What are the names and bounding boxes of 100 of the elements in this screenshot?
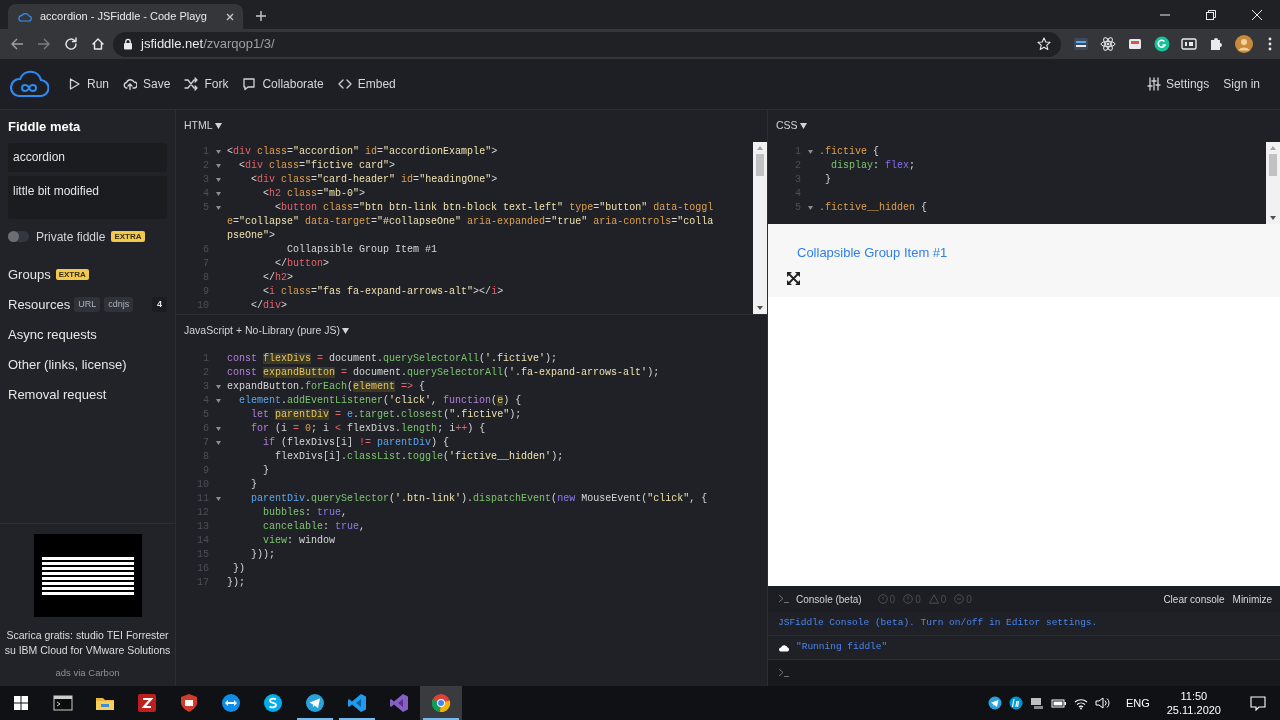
toggle-switch[interactable] bbox=[8, 231, 29, 242]
extension-icon[interactable] bbox=[1181, 36, 1197, 52]
cloud-upload-icon bbox=[123, 77, 137, 91]
sidebar-item[interactable]: Removal request bbox=[8, 384, 107, 405]
wifi-icon[interactable] bbox=[1073, 696, 1088, 710]
scrollbar[interactable] bbox=[753, 142, 767, 314]
sign-in-link[interactable]: Sign in bbox=[1223, 75, 1260, 93]
code-line: Collapsible Group Item #1 bbox=[286, 243, 439, 257]
console-action-button[interactable]: Minimize bbox=[1232, 591, 1272, 607]
maximize-icon[interactable] bbox=[1206, 9, 1216, 20]
expand-icon[interactable] bbox=[787, 271, 800, 285]
code-line: <div class="fictive card"> bbox=[238, 159, 397, 173]
clock-time[interactable]: 11:50 bbox=[1180, 689, 1208, 703]
code-line: } bbox=[250, 478, 257, 492]
toolbar-button[interactable]: Embed bbox=[337, 75, 396, 93]
console-action-button[interactable]: Clear console bbox=[1163, 591, 1225, 607]
extension-icon[interactable] bbox=[1154, 36, 1170, 52]
close-icon[interactable] bbox=[1252, 9, 1262, 20]
scroll-down-icon[interactable] bbox=[1270, 216, 1276, 220]
fold-icon[interactable] bbox=[215, 150, 221, 154]
clock-date[interactable]: 25.11.2020 bbox=[1166, 703, 1221, 717]
info-icon bbox=[903, 594, 914, 604]
code-line: </button> bbox=[274, 257, 331, 271]
scroll-down-icon[interactable] bbox=[757, 306, 763, 310]
notification-icon[interactable] bbox=[1250, 695, 1266, 711]
code-line: .fictive { bbox=[819, 145, 880, 159]
back-icon[interactable] bbox=[10, 37, 24, 51]
code-line: flexDivs[i].classList.toggle('fictive__hidden'); bbox=[274, 450, 564, 464]
battery-icon[interactable] bbox=[1050, 696, 1067, 710]
menu-icon[interactable] bbox=[1268, 37, 1272, 51]
toolbar-button[interactable]: Run bbox=[67, 75, 109, 93]
sidebar-item[interactable]: Async requests bbox=[8, 324, 97, 345]
avatar-icon[interactable] bbox=[1235, 35, 1253, 53]
sidebar-heading: Fiddle meta bbox=[8, 118, 82, 136]
sidebar-item[interactable]: Resources bbox=[8, 294, 71, 315]
prompt-icon bbox=[779, 595, 789, 603]
chrome-icon bbox=[431, 693, 451, 713]
scrollbar[interactable] bbox=[1266, 142, 1280, 224]
tag-badge: URL bbox=[74, 297, 101, 312]
telegram-icon[interactable] bbox=[987, 696, 1002, 710]
panel-menu-button[interactable]: HTML bbox=[184, 118, 222, 134]
cloud-logo-icon[interactable] bbox=[9, 70, 49, 98]
tab-title: accordion - JSFiddle - Code Playg bbox=[40, 9, 207, 25]
language-indicator[interactable]: ENG bbox=[1125, 694, 1150, 712]
settings-button[interactable]: Settings bbox=[1146, 75, 1210, 93]
shuffle-icon bbox=[184, 77, 199, 91]
description-field[interactable]: little bit modified bbox=[8, 175, 167, 219]
taskbar-app-button[interactable] bbox=[420, 686, 462, 720]
fold-icon[interactable] bbox=[215, 497, 221, 501]
printer-brand-icon[interactable] bbox=[1008, 696, 1023, 710]
extension-icon[interactable] bbox=[1127, 36, 1143, 52]
close-icon[interactable] bbox=[224, 11, 235, 22]
fold-icon[interactable] bbox=[215, 192, 221, 196]
toolbar-button[interactable]: Fork bbox=[184, 75, 229, 93]
sidebar-item[interactable]: Other (links, license) bbox=[8, 354, 127, 375]
speaker-icon[interactable] bbox=[1094, 696, 1111, 710]
ad-text[interactable]: Scarica gratis: studio TEI Forrester su IBM Cloud for VMware Solutions bbox=[0, 627, 175, 658]
extension-icon[interactable] bbox=[1073, 36, 1089, 52]
fold-icon[interactable] bbox=[215, 399, 221, 403]
address-bar[interactable]: jsfiddle.net/zvarqop1/3/ bbox=[113, 31, 1061, 57]
fold-icon[interactable] bbox=[215, 385, 221, 389]
fold-icon[interactable] bbox=[215, 206, 221, 210]
code-line: cancelable: true, bbox=[262, 520, 366, 534]
fold-icon[interactable] bbox=[807, 206, 813, 210]
atom-icon[interactable] bbox=[1100, 36, 1116, 52]
code-line: display: flex; bbox=[830, 159, 916, 173]
scrollbar-thumb[interactable] bbox=[756, 154, 764, 176]
skype-icon bbox=[263, 693, 283, 713]
caret-icon bbox=[214, 123, 222, 129]
code-line: expandButton.forEach(element => { bbox=[227, 380, 426, 394]
fold-icon[interactable] bbox=[807, 150, 813, 154]
scrollbar-thumb[interactable] bbox=[1269, 154, 1277, 176]
fold-icon[interactable] bbox=[215, 178, 221, 182]
console-input[interactable] bbox=[768, 660, 1280, 686]
fold-icon[interactable] bbox=[215, 427, 221, 431]
title-field[interactable]: accordion bbox=[8, 142, 167, 172]
panel-menu-button[interactable]: JavaScript + No-Library (pure JS) bbox=[184, 323, 350, 339]
fold-icon[interactable] bbox=[215, 164, 221, 168]
ad-credit[interactable]: ads via Carbon bbox=[55, 665, 120, 680]
sidebar-item[interactable]: Groups bbox=[8, 264, 51, 285]
forward-icon[interactable] bbox=[37, 37, 51, 51]
browser-tab[interactable]: accordion - JSFiddle - Code Playg bbox=[8, 4, 243, 29]
cloud-icon bbox=[778, 643, 790, 652]
console-message: JSFiddle Console (beta). Turn on/off in Editor settings. bbox=[778, 616, 1098, 631]
home-icon[interactable] bbox=[91, 37, 105, 51]
toolbar-button[interactable]: Save bbox=[123, 75, 171, 93]
panel-menu-button[interactable]: CSS bbox=[776, 118, 807, 134]
toggle-label: Private fiddle bbox=[36, 228, 106, 246]
toolbar-button[interactable]: Collaborate bbox=[242, 75, 324, 93]
device-icon[interactable] bbox=[1029, 696, 1044, 710]
star-icon[interactable] bbox=[1037, 37, 1051, 51]
shield-icon bbox=[179, 693, 199, 713]
code-line: <h2 class="mb-0"> bbox=[262, 187, 367, 201]
reload-icon[interactable] bbox=[64, 37, 78, 51]
teamviewer-icon bbox=[221, 693, 241, 713]
new-tab-icon[interactable] bbox=[254, 10, 267, 22]
link[interactable]: Collapsible Group Item #1 bbox=[797, 243, 948, 263]
puzzle-icon[interactable] bbox=[1208, 36, 1224, 52]
fold-icon[interactable] bbox=[215, 441, 221, 445]
extra-badge: EXTRA bbox=[111, 231, 145, 242]
